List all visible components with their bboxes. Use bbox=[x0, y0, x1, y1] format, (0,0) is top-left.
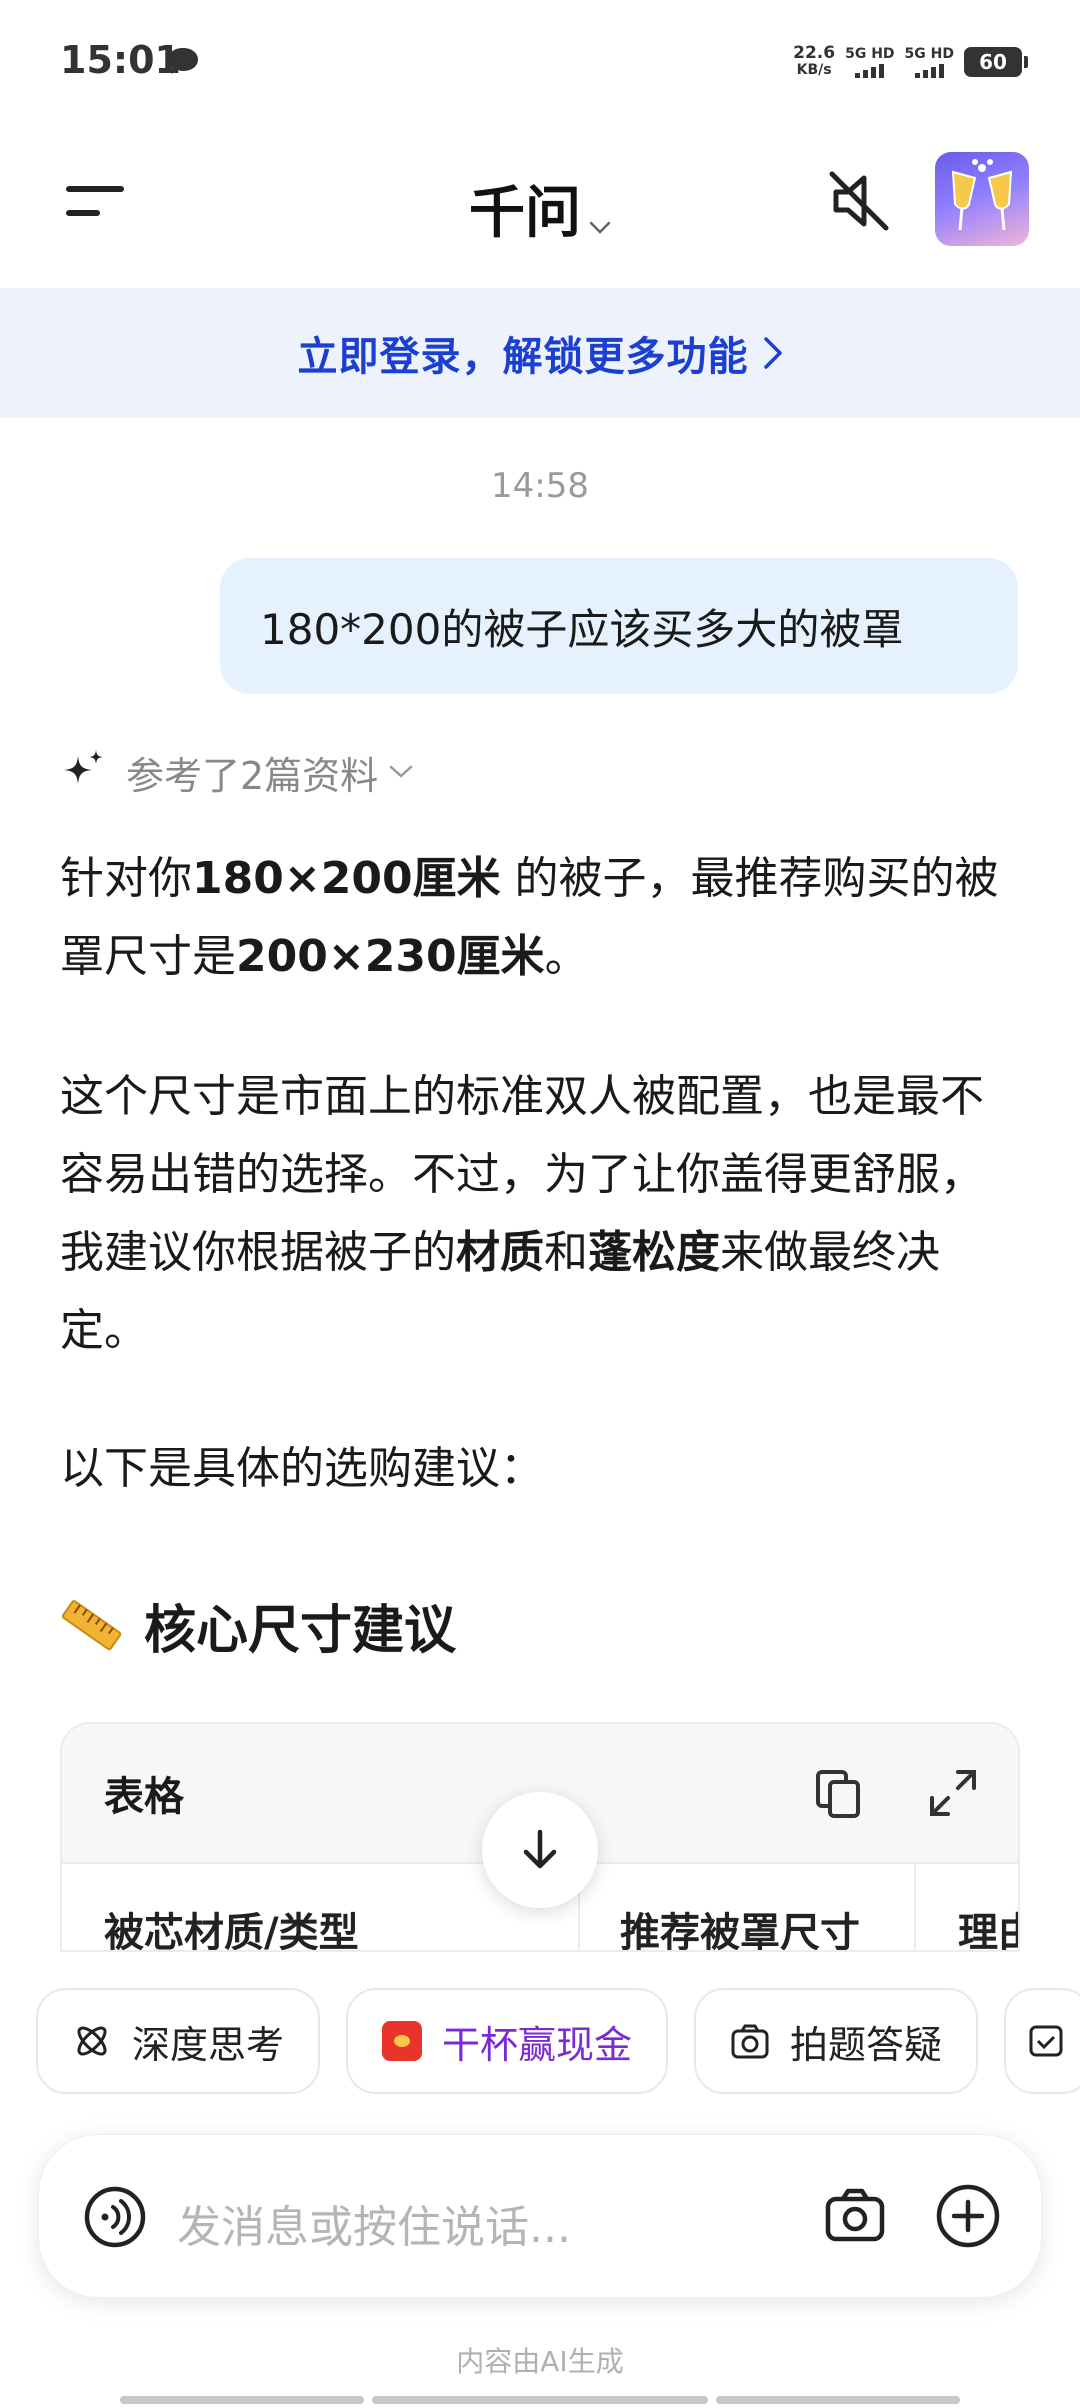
answer-text: 。 bbox=[544, 931, 589, 982]
toast-glasses-icon bbox=[951, 159, 1013, 231]
quick-actions: 深度思考 干杯赢现金 拍题答疑 bbox=[36, 1988, 1080, 2094]
network-speed-value: 22.6 bbox=[793, 43, 836, 63]
login-banner[interactable]: 立即登录，解锁更多功能 bbox=[0, 288, 1080, 418]
sim1-label: 5G HD bbox=[845, 45, 895, 62]
chip-label: 深度思考 bbox=[132, 2022, 285, 2067]
signal-sim1-icon: 5G HD bbox=[845, 45, 895, 78]
composer-area: 深度思考 干杯赢现金 拍题答疑 发消息或按住说话... 内容由AI生成 bbox=[0, 1952, 1080, 2408]
status-time: 15:01 bbox=[60, 38, 181, 82]
references-label: 参考了2篇资料 bbox=[126, 753, 379, 798]
table-column-header: 推荐被罩尺寸 bbox=[620, 1910, 860, 1952]
chevron-down-icon bbox=[589, 221, 611, 234]
title-selector[interactable]: 千问 bbox=[0, 168, 1080, 249]
chip-photo-question[interactable]: 拍题答疑 bbox=[694, 1988, 979, 2094]
message-input-bar[interactable]: 发消息或按住说话... bbox=[38, 2134, 1042, 2298]
scroll-to-bottom-button[interactable] bbox=[482, 1792, 598, 1908]
ai-disclaimer: 内容由AI生成 bbox=[456, 2345, 624, 2378]
image-edit-icon bbox=[1029, 2025, 1063, 2057]
camera-search-icon bbox=[731, 2024, 769, 2059]
arrow-down-icon bbox=[523, 1829, 557, 1869]
table-label: 表格 bbox=[104, 1774, 184, 1820]
message-bubble-icon bbox=[168, 48, 198, 74]
avatar[interactable] bbox=[935, 152, 1029, 246]
signal-sim2-icon: 5G HD bbox=[904, 45, 954, 78]
chevron-down-icon bbox=[389, 765, 413, 778]
user-message-bubble[interactable]: 180*200的被子应该买多大的被罩 bbox=[220, 558, 1018, 694]
chip-cheers-cash[interactable]: 干杯赢现金 bbox=[346, 1988, 669, 2094]
home-indicator bbox=[716, 2396, 960, 2404]
answer-text: 针对你 bbox=[60, 853, 192, 904]
answer-paragraph: 针对你180×200厘米 的被子，最推荐购买的被罩尺寸是200×230厘米。 bbox=[60, 840, 1020, 996]
answer-bold-text: 180×200厘米 bbox=[192, 853, 501, 904]
voice-input-icon[interactable] bbox=[83, 2185, 147, 2249]
table-column-header: 被芯材质/类型 bbox=[104, 1910, 359, 1952]
chip-more[interactable] bbox=[1004, 1988, 1080, 2094]
ruler-icon bbox=[61, 1599, 122, 1650]
chat-timestamp: 14:58 bbox=[491, 466, 589, 506]
user-message-text: 180*200的被子应该买多大的被罩 bbox=[260, 604, 904, 654]
copy-icon[interactable] bbox=[814, 1768, 862, 1820]
chip-label: 干杯赢现金 bbox=[442, 2022, 633, 2067]
login-banner-text: 立即登录，解锁更多功能 bbox=[297, 334, 749, 380]
answer-bold-text: 材质 bbox=[456, 1227, 544, 1278]
answer-bold-text: 200×230厘米 bbox=[236, 931, 545, 982]
references-toggle[interactable]: 参考了2篇资料 bbox=[60, 742, 414, 802]
atom-icon bbox=[77, 2026, 107, 2056]
answer-paragraph: 这个尺寸是市面上的标准双人被配置，也是最不容易出错的选择。不过，为了让你盖得更舒… bbox=[60, 1058, 1020, 1370]
network-speed: 22.6 KB/s bbox=[793, 45, 835, 79]
table-column-header: 理由 bbox=[958, 1910, 1018, 1952]
chip-deep-thinking[interactable]: 深度思考 bbox=[36, 1988, 321, 2094]
answer-paragraph: 以下是具体的选购建议： bbox=[60, 1443, 544, 1494]
home-indicator bbox=[372, 2396, 708, 2404]
app-header: 千问 bbox=[0, 140, 1080, 270]
sim2-label: 5G HD bbox=[904, 45, 954, 62]
speaker-mute-icon[interactable] bbox=[824, 166, 894, 236]
column-divider bbox=[914, 1864, 916, 1950]
answer-text: 和 bbox=[544, 1227, 588, 1278]
status-icons: 22.6 KB/s 5G HD 5G HD 60 bbox=[793, 42, 1028, 82]
chip-label: 拍题答疑 bbox=[790, 2022, 943, 2067]
sparkle-icon bbox=[64, 750, 103, 784]
battery-level: 60 bbox=[979, 50, 1007, 74]
section-heading: 核心尺寸建议 bbox=[60, 1588, 456, 1663]
battery-icon: 60 bbox=[964, 47, 1028, 77]
app-title: 千问 bbox=[469, 181, 581, 246]
message-input-placeholder[interactable]: 发消息或按住说话... bbox=[177, 2191, 571, 2255]
plus-icon[interactable] bbox=[935, 2183, 1001, 2249]
home-indicator bbox=[120, 2396, 364, 2404]
network-speed-unit: KB/s bbox=[796, 62, 832, 78]
camera-icon[interactable] bbox=[823, 2183, 887, 2247]
status-bar: 15:01 22.6 KB/s 5G HD 5G HD 60 bbox=[0, 0, 1080, 130]
red-envelope-icon bbox=[382, 2021, 423, 2061]
chevron-right-icon bbox=[763, 337, 782, 369]
section-title: 核心尺寸建议 bbox=[144, 1601, 457, 1661]
expand-icon[interactable] bbox=[928, 1768, 978, 1818]
answer-bold-text: 蓬松度 bbox=[588, 1227, 720, 1278]
